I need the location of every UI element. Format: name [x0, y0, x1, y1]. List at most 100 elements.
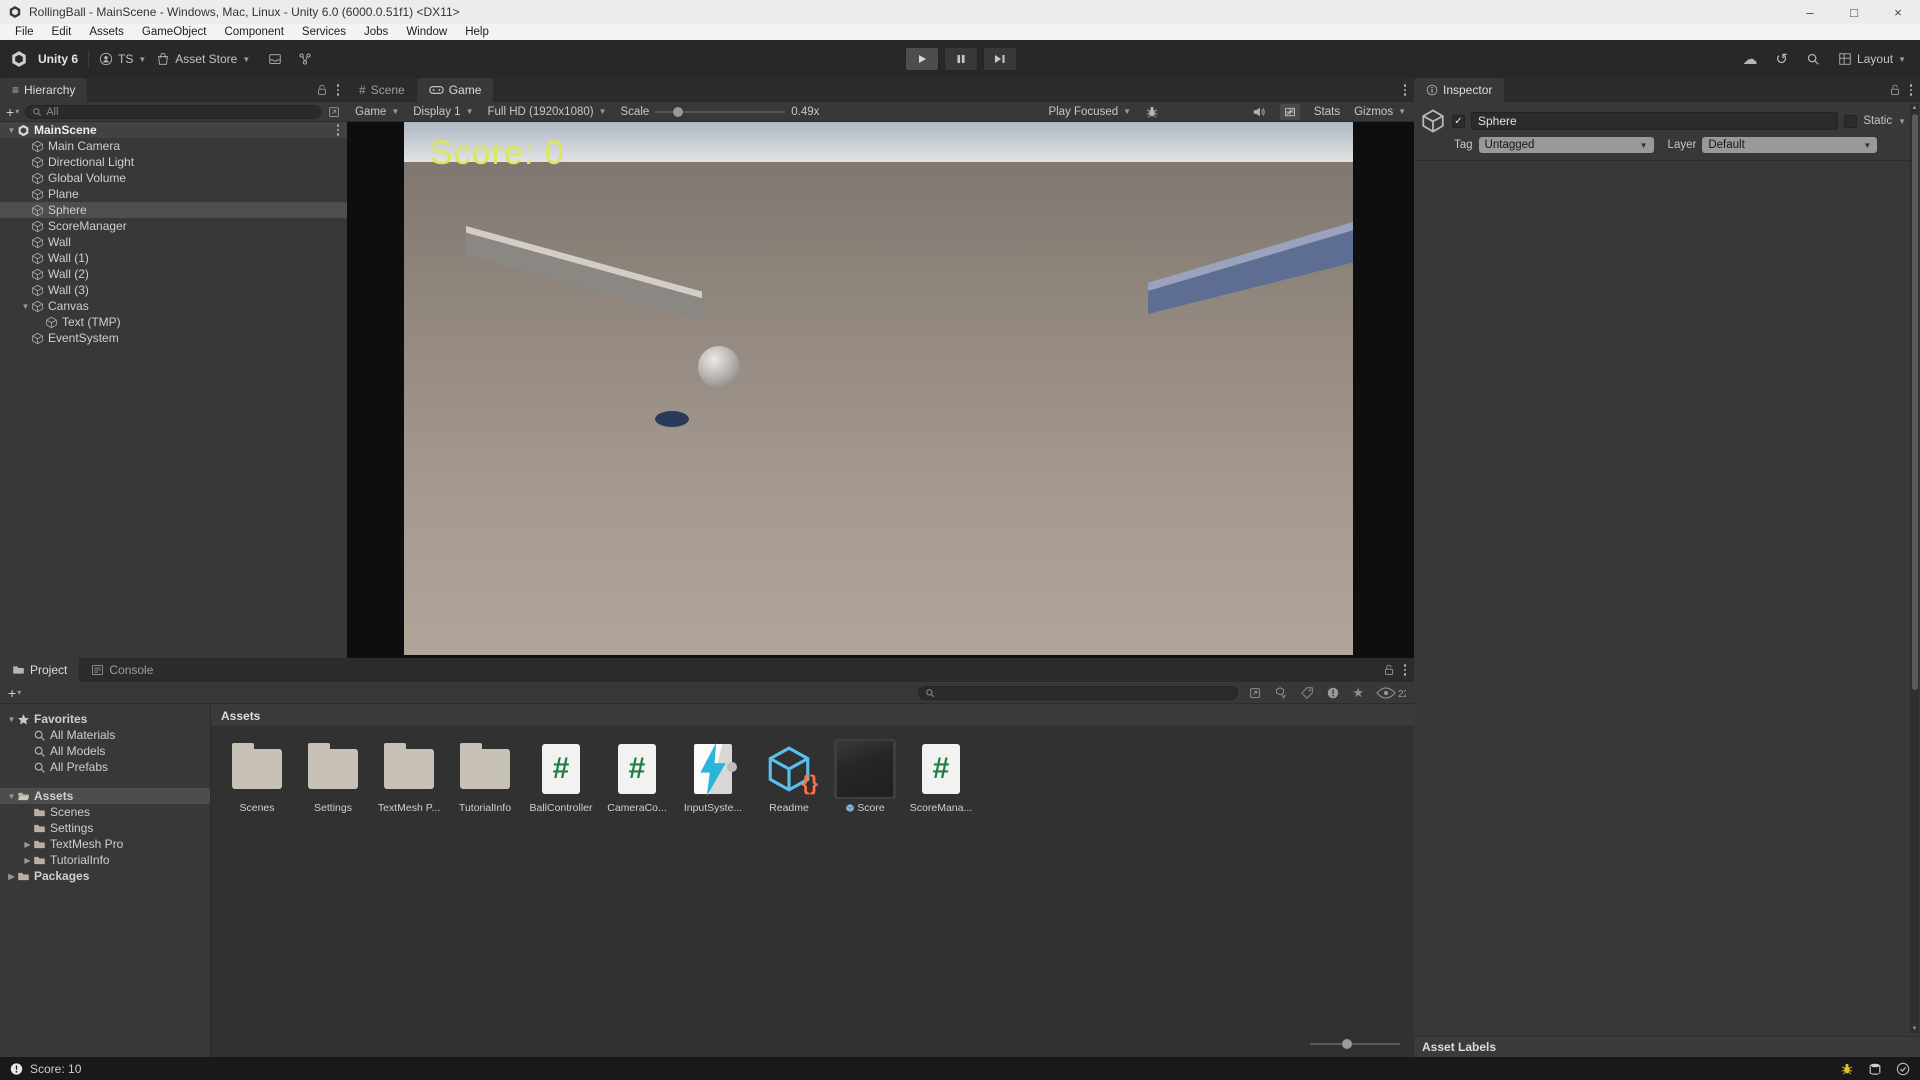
hierarchy-item-text-tmp-[interactable]: Text (TMP) [0, 314, 347, 330]
expander-icon[interactable]: ▼ [6, 126, 17, 135]
tab-console[interactable]: Console [79, 658, 165, 682]
tab-project[interactable]: Project [0, 658, 79, 682]
project-tree-scenes[interactable]: Scenes [0, 804, 210, 820]
package-filter-icon[interactable] [1274, 686, 1288, 700]
menu-window[interactable]: Window [397, 26, 456, 38]
favorites-star-icon[interactable]: ★ [1352, 685, 1364, 701]
hierarchy-item-main-camera[interactable]: Main Camera [0, 138, 347, 154]
asset-labels-bar[interactable]: Asset Labels [1414, 1036, 1920, 1057]
log-info-icon[interactable] [10, 1062, 23, 1076]
project-tree-all-materials[interactable]: All Materials [0, 727, 210, 743]
project-tree-all-prefabs[interactable]: All Prefabs [0, 759, 210, 775]
asset-item-scenes[interactable]: Scenes [221, 739, 293, 814]
maximize-button[interactable]: □ [1832, 0, 1876, 24]
hierarchy-item-plane[interactable]: Plane [0, 186, 347, 202]
menu-assets[interactable]: Assets [80, 26, 133, 38]
kebab-menu-icon[interactable] [1404, 664, 1407, 676]
progress-check-icon[interactable] [1896, 1062, 1910, 1076]
hierarchy-item-canvas[interactable]: ▼Canvas [0, 298, 347, 314]
asset-item-inputsyste-[interactable]: InputSyste... [677, 739, 749, 814]
asset-item-textmesh-p-[interactable]: TextMesh P... [373, 739, 445, 814]
cache-server-icon[interactable] [1868, 1062, 1882, 1076]
expander-icon[interactable]: ▼ [20, 302, 31, 311]
play-button[interactable] [905, 47, 939, 71]
hidden-count-eye-icon[interactable]: 22 [1376, 686, 1406, 700]
create-asset-button[interactable]: +▾ [8, 685, 21, 701]
expander-icon[interactable]: ▼ [6, 792, 17, 801]
bug-icon[interactable] [1145, 105, 1159, 119]
lock-icon[interactable] [1382, 663, 1396, 677]
breadcrumb[interactable]: Assets [211, 705, 1414, 727]
asset-store-dropdown[interactable]: Asset Store▼ [156, 52, 250, 66]
play-focused-dropdown[interactable]: Play Focused▼ [1048, 106, 1131, 118]
project-tree-settings[interactable]: Settings [0, 820, 210, 836]
asset-item-tutorialinfo[interactable]: TutorialInfo [449, 739, 521, 814]
tab-inspector[interactable]: Inspector [1414, 78, 1504, 102]
gameobject-cube-icon[interactable] [1420, 108, 1446, 134]
tab-hierarchy[interactable]: ≡ Hierarchy [0, 78, 87, 102]
asset-item-readme[interactable]: {}Readme [753, 739, 825, 814]
expander-icon[interactable]: ▼ [6, 715, 17, 724]
display-dropdown[interactable]: Display 1▼ [413, 106, 473, 118]
game-viewport[interactable]: Score: 0 [347, 122, 1414, 658]
hierarchy-item-eventsystem[interactable]: EventSystem [0, 330, 347, 346]
search-by-type-icon[interactable] [327, 105, 341, 119]
menu-component[interactable]: Component [215, 26, 292, 38]
scroll-up-icon[interactable]: ▲ [1910, 105, 1919, 111]
kebab-menu-icon[interactable] [337, 84, 340, 96]
version-control-icon[interactable] [298, 52, 312, 66]
layout-dropdown[interactable]: Layout▼ [1838, 52, 1906, 66]
unresolved-filter-icon[interactable] [1326, 686, 1340, 700]
search-icon[interactable] [1806, 52, 1820, 66]
project-tree-tutorialinfo[interactable]: ▶TutorialInfo [0, 852, 210, 868]
menu-jobs[interactable]: Jobs [355, 26, 397, 38]
minimize-button[interactable]: – [1788, 0, 1832, 24]
asset-item-scoremana-[interactable]: #ScoreMana... [905, 739, 977, 814]
project-tree-assets[interactable]: ▼Assets [0, 788, 210, 804]
kebab-menu-icon[interactable] [1404, 84, 1407, 96]
status-message[interactable]: Score: 10 [30, 1062, 81, 1076]
static-checkbox[interactable] [1844, 115, 1857, 128]
hierarchy-item-global-volume[interactable]: Global Volume [0, 170, 347, 186]
layer-dropdown[interactable]: Default▼ [1702, 137, 1877, 153]
resolution-dropdown[interactable]: Full HD (1920x1080)▼ [487, 106, 606, 118]
cloud-icon[interactable]: ☁ [1742, 50, 1757, 68]
tag-dropdown[interactable]: Untagged▼ [1479, 137, 1654, 153]
debugger-bug-icon[interactable] [1840, 1062, 1854, 1076]
asset-item-score[interactable]: Score [829, 739, 901, 814]
expander-icon[interactable]: ▶ [6, 872, 17, 881]
hierarchy-item-scoremanager[interactable]: ScoreManager [0, 218, 347, 234]
project-search-input[interactable] [918, 686, 1238, 700]
hierarchy-item-wall-2-[interactable]: Wall (2) [0, 266, 347, 282]
gameobject-name-field[interactable]: Sphere [1471, 112, 1838, 130]
download-manager-icon[interactable] [268, 52, 282, 66]
expander-icon[interactable]: ▶ [22, 840, 33, 849]
gizmos-dropdown[interactable]: Gizmos▼ [1354, 106, 1406, 118]
scale-slider[interactable] [655, 111, 785, 113]
step-button[interactable] [983, 47, 1017, 71]
hierarchy-item-wall-1-[interactable]: Wall (1) [0, 250, 347, 266]
active-checkbox[interactable]: ✓ [1452, 115, 1465, 128]
lock-icon[interactable] [315, 83, 329, 97]
stats-button[interactable]: Stats [1314, 106, 1340, 118]
static-dropdown-caret[interactable]: ▼ [1898, 117, 1906, 126]
expander-icon[interactable]: ▶ [22, 856, 33, 865]
vsync-icon[interactable] [1280, 104, 1300, 120]
menu-help[interactable]: Help [456, 26, 498, 38]
inspector-scrollbar[interactable]: ▲ ▼ [1910, 104, 1919, 1033]
project-tree-textmesh-pro[interactable]: ▶TextMesh Pro [0, 836, 210, 852]
hierarchy-item-wall[interactable]: Wall [0, 234, 347, 250]
tab-scene[interactable]: # Scene [347, 78, 417, 102]
project-tree-favorites[interactable]: ▼Favorites [0, 711, 210, 727]
pause-button[interactable] [944, 47, 978, 71]
asset-item-ballcontroller[interactable]: #BallController [525, 739, 597, 814]
kebab-menu-icon[interactable] [337, 124, 340, 136]
hierarchy-search-input[interactable]: All [25, 105, 321, 119]
game-target-dropdown[interactable]: Game▼ [355, 106, 399, 118]
add-gameobject-button[interactable]: +▾ [6, 104, 19, 120]
kebab-menu-icon[interactable] [1910, 84, 1913, 96]
menu-edit[interactable]: Edit [43, 26, 81, 38]
search-by-type-icon[interactable] [1248, 686, 1262, 700]
hierarchy-item-mainscene[interactable]: ▼MainScene [0, 122, 347, 138]
menu-file[interactable]: File [6, 26, 43, 38]
